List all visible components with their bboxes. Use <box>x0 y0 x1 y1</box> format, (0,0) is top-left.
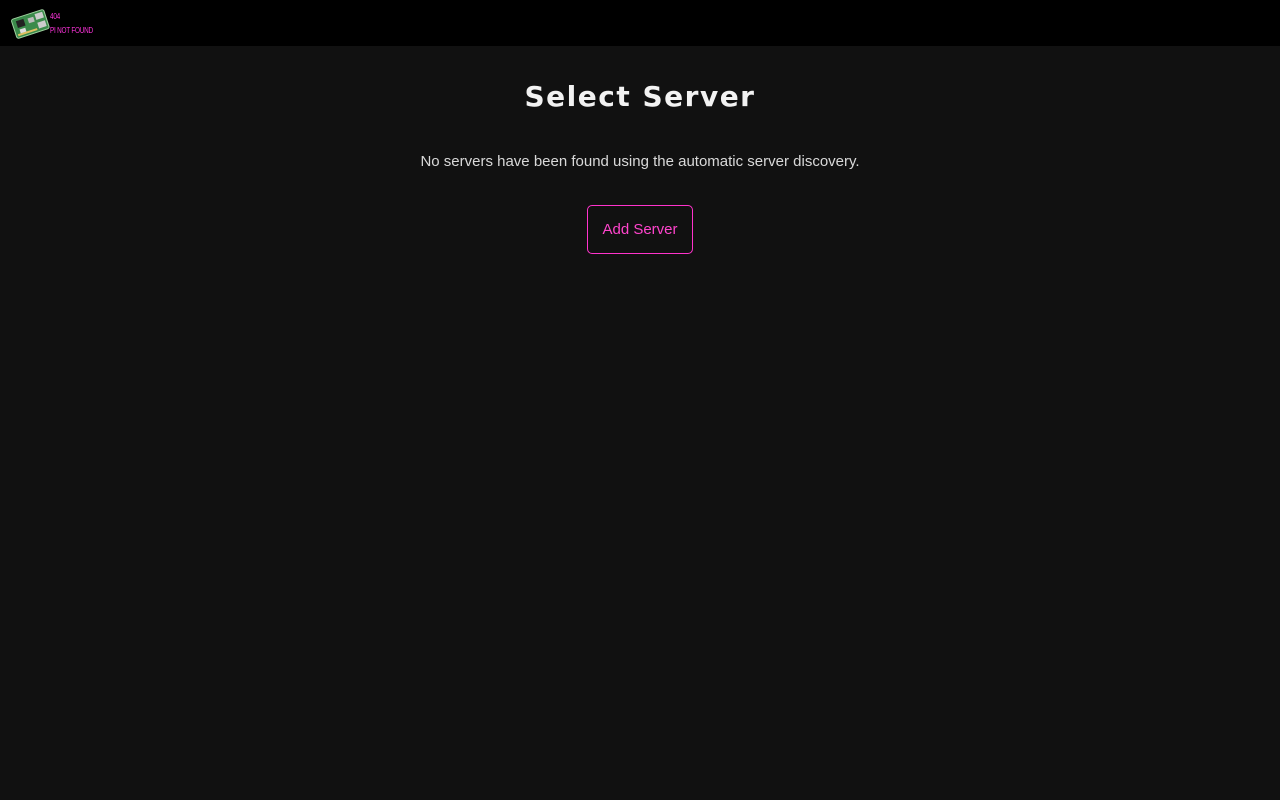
raspberry-pi-board-icon <box>11 9 50 39</box>
logo-line-2: PI NOT FOUND <box>50 26 93 35</box>
add-server-button[interactable]: Add Server <box>587 205 693 254</box>
logo-line-1: 404 <box>50 12 60 21</box>
logo[interactable]: 404 PI NOT FOUND <box>10 6 100 40</box>
app-header: 404 PI NOT FOUND <box>0 0 1280 46</box>
main-content: Select Server No servers have been found… <box>0 46 1280 800</box>
no-servers-message: No servers have been found using the aut… <box>420 153 860 170</box>
page-title: Select Server <box>524 80 756 113</box>
